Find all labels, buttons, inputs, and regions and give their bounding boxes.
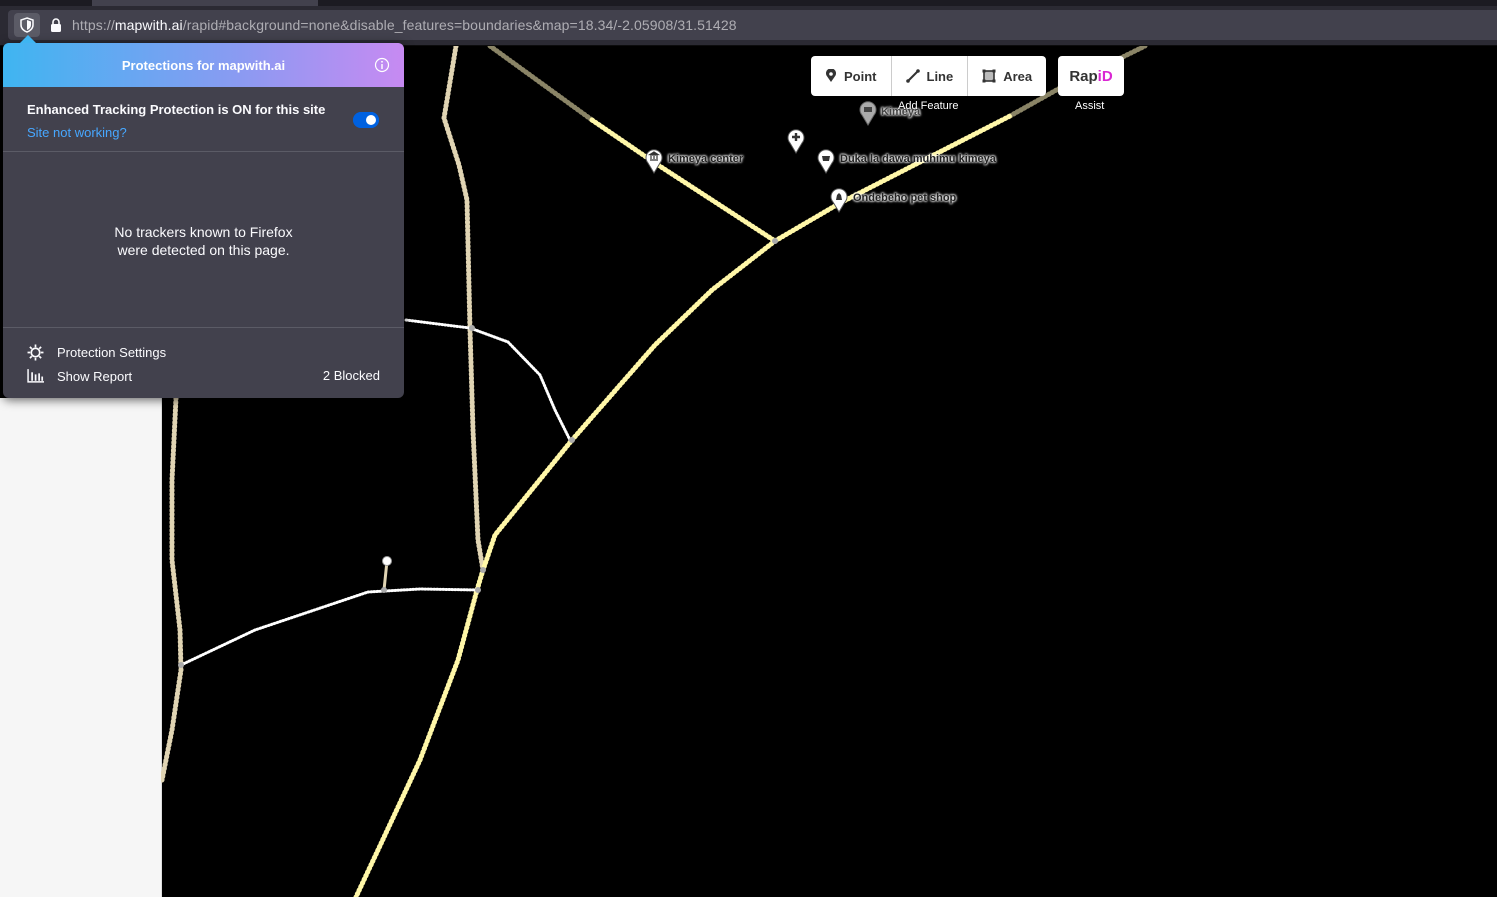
url-prefix: https:// xyxy=(72,17,115,33)
protection-settings-label: Protection Settings xyxy=(57,344,167,360)
pet-shop-label: Ondebeho pet shop xyxy=(853,192,957,204)
vertex xyxy=(178,662,184,668)
rapid-logo-accent: iD xyxy=(1097,67,1113,85)
area-label: Area xyxy=(1003,68,1033,84)
popup-arrow xyxy=(20,35,36,43)
protections-title: Protections for mapwith.ai xyxy=(121,57,286,73)
track-road xyxy=(487,46,595,123)
tracking-protection-shield-icon[interactable] xyxy=(14,13,40,37)
vertex xyxy=(569,437,575,443)
add-feature-toolbar: Point Line Area xyxy=(811,56,1047,96)
blocked-count: 2 Blocked xyxy=(322,368,380,383)
report-graph-icon xyxy=(27,369,44,383)
kimeya-center-pin-icon[interactable] xyxy=(645,148,663,174)
url-bar[interactable]: https://mapwith.ai/rapid#background=none… xyxy=(8,10,1497,40)
add-area-button[interactable]: Area xyxy=(968,56,1046,96)
point-icon xyxy=(826,69,836,82)
duka-label: Duka la dawa muhimu kimeya xyxy=(840,153,996,165)
url-text[interactable]: https://mapwith.ai/rapid#background=none… xyxy=(72,17,737,33)
protections-footer: Protection Settings Show Report 2 Blocke… xyxy=(3,327,404,399)
show-report-button[interactable]: Show Report xyxy=(27,366,132,386)
site-not-working-link[interactable]: Site not working? xyxy=(27,125,127,140)
vertex xyxy=(480,567,486,573)
etp-toggle[interactable] xyxy=(353,112,379,128)
editor-sidebar xyxy=(0,398,162,897)
gear-icon xyxy=(27,344,44,360)
add-feature-caption: Add Feature xyxy=(898,100,959,112)
point-label: Point xyxy=(844,68,877,84)
etp-section: Enhanced Tracking Protection is ON for t… xyxy=(3,87,404,152)
line-icon xyxy=(905,69,920,83)
footpath xyxy=(179,587,480,667)
protection-settings-button[interactable]: Protection Settings xyxy=(27,342,166,362)
rapid-assist-button[interactable]: Rap iD xyxy=(1058,56,1124,96)
footpath xyxy=(404,318,572,442)
vertex xyxy=(772,238,778,244)
add-point-button[interactable]: Point xyxy=(811,56,892,96)
etp-status-label: Enhanced Tracking Protection is ON for t… xyxy=(27,102,326,117)
no-trackers-line-1: No trackers known to Firefox xyxy=(114,224,293,240)
assist-caption: Assist xyxy=(1075,100,1105,112)
protections-panel: Protections for mapwith.ai Enhanced Trac… xyxy=(3,35,404,399)
vertex xyxy=(475,587,481,593)
primary-road xyxy=(353,238,778,897)
path-endpoint xyxy=(382,556,392,566)
info-icon[interactable] xyxy=(374,57,390,73)
vertex xyxy=(469,325,475,331)
url-path: /rapid#background=none&disable_features=… xyxy=(182,17,737,33)
no-trackers-message: No trackers known to Firefox were detect… xyxy=(3,223,404,259)
vertex xyxy=(381,587,387,593)
rapid-logo-text: Rap xyxy=(1069,67,1098,85)
add-feature-group: Point Line Area xyxy=(811,56,1047,96)
pharmacy-pin-icon[interactable] xyxy=(817,148,835,174)
protections-header: Protections for mapwith.ai xyxy=(3,43,404,87)
show-report-label: Show Report xyxy=(57,368,133,384)
track-road xyxy=(161,395,184,783)
area-icon xyxy=(982,69,996,83)
medical-pin-icon[interactable] xyxy=(787,128,805,154)
kimeya-pin-icon[interactable] xyxy=(859,100,877,126)
pet-shop-pin-icon[interactable] xyxy=(830,187,848,213)
track-road xyxy=(441,46,486,573)
no-trackers-line-2: were detected on this page. xyxy=(117,242,290,258)
kimeya-center-label: Kimeya center xyxy=(668,153,744,165)
add-line-button[interactable]: Line xyxy=(892,56,969,96)
line-label: Line xyxy=(926,68,954,84)
navigation-toolbar: https://mapwith.ai/rapid#background=none… xyxy=(0,6,1497,46)
url-host: mapwith.ai xyxy=(114,17,183,33)
lock-icon[interactable] xyxy=(48,17,64,33)
